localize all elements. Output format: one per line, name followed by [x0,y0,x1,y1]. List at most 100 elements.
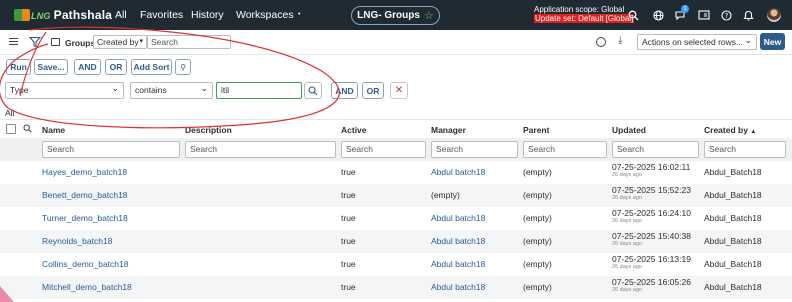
cell-name[interactable]: Turner_demo_batch18 [42,213,128,223]
list-icon[interactable] [51,38,60,46]
nav-favorites[interactable]: Favorites [140,9,183,21]
cell-active: true [341,236,356,246]
new-button[interactable]: New [760,33,785,50]
logo-mark-icon [14,9,30,21]
cell-updated: 07-25-2025 16:02:11 26 days ago [612,163,690,179]
sort-ascending-icon: ▲ [750,129,757,135]
column-search-icon[interactable] [23,124,32,135]
updated-timestamp: 07-25-2025 16:24:10 [612,208,691,218]
nav-all[interactable]: All [115,9,127,21]
lookup-search-icon[interactable] [304,82,322,99]
actions-select[interactable]: Actions on selected rows... [637,33,757,50]
column-header-active[interactable]: Active [341,125,367,135]
column-header-name[interactable]: Name [42,125,65,135]
table-row[interactable]: Benett_demo_batch18 true (empty) (empty) Abd… [0,184,792,207]
breadcrumb[interactable]: All [5,108,14,118]
cell-created-by: Abdul_Batch18 [704,236,762,246]
cell-active: true [341,259,356,269]
table-row[interactable]: Collins_demo_batch18 true Abdul batch18 (em… [0,253,792,276]
cell-name[interactable]: Hayes_demo_batch18 [42,167,127,177]
column-header-created-by[interactable]: Created by ▲ [704,125,756,135]
search-updated-input[interactable]: Search [612,141,699,158]
search-created-by-input[interactable]: Search [704,141,786,158]
search-name-input[interactable]: Search [42,141,180,158]
column-header-manager[interactable]: Manager [431,125,466,135]
cell-created-by: Abdul_Batch18 [704,259,762,269]
and-button[interactable]: AND [74,59,101,75]
condition-or-button[interactable]: OR [362,82,384,99]
cell-manager[interactable]: Abdul batch18 [431,213,485,223]
filter-value-input[interactable]: itil [216,82,302,99]
filter-icon[interactable] [28,36,42,48]
cell-created-by: Abdul_Batch18 [704,213,762,223]
cell-parent: (empty) [523,236,552,246]
menu-icon[interactable] [9,38,18,45]
cell-manager[interactable]: Abdul batch18 [431,236,485,246]
update-set-label: Update set: Default [Global] [534,14,635,23]
avatar[interactable] [767,8,781,22]
run-button[interactable]: Run [6,59,31,75]
cell-manager[interactable]: Abdul batch18 [431,282,485,292]
cell-name[interactable]: Mitchell_demo_batch18 [42,282,132,292]
search-icon[interactable] [626,8,640,22]
cell-created-by: Abdul_Batch18 [704,282,762,292]
more-dots-icon[interactable]: • [298,11,300,18]
star-icon[interactable]: ☆ [424,9,434,22]
id-card-icon[interactable] [697,8,711,22]
cell-updated: 07-25-2025 16:13:19 26 days ago [612,255,691,271]
updated-timestamp: 07-25-2025 15:52:23 [612,185,691,195]
cell-active: true [341,190,356,200]
column-header-parent[interactable]: Parent [523,125,549,135]
cell-name[interactable]: Benett_demo_batch18 [42,190,128,200]
filter-field-select[interactable]: Type [5,81,124,99]
help-icon[interactable]: ? [719,8,733,22]
search-active-input[interactable]: Search [341,141,426,158]
download-icon[interactable]: ⤓ [618,35,622,46]
search-field-select[interactable]: Created by [93,35,147,49]
cell-name[interactable]: Collins_demo_batch18 [42,259,128,269]
updated-timestamp: 07-25-2025 15:40:38 [612,231,691,241]
table-row[interactable]: Hayes_demo_batch18 true Abdul batch18 (empt… [0,161,792,184]
search-parent-input[interactable]: Search [523,141,607,158]
nav-workspaces[interactable]: Workspaces [236,9,294,21]
page-title-pill[interactable]: LNG- Groups ☆ [351,6,440,25]
condition-and-button[interactable]: AND [331,82,358,99]
app-scope[interactable]: Application scope: Global Update set: De… [534,5,635,23]
save-filter-button[interactable]: Save... [34,59,68,75]
bell-icon[interactable] [741,8,755,22]
table-row[interactable]: Mitchell_demo_batch18 true Abdul batch18 (e… [0,276,792,299]
cell-parent: (empty) [523,190,552,200]
svg-text:?: ? [724,12,728,20]
select-all-checkbox[interactable] [6,124,16,134]
page-title: LNG- Groups [357,10,420,21]
cell-updated: 07-25-2025 16:24:10 26 days ago [612,209,691,225]
search-description-input[interactable]: Search [185,141,336,158]
search-input[interactable]: Search [147,35,231,49]
divider [0,119,792,120]
column-header-updated[interactable]: Updated [612,125,646,135]
logo[interactable]: LNG Pathshala [14,8,112,22]
updated-relative: 26 days ago [612,287,642,293]
cell-parent: (empty) [523,259,552,269]
scope-label: Application scope: Global [534,5,625,14]
gear-icon[interactable] [596,37,606,47]
decorative-corner [0,286,14,302]
cell-manager[interactable]: Abdul batch18 [431,259,485,269]
cell-manager[interactable]: Abdul batch18 [431,167,485,177]
notification-badge: 1 [681,5,689,13]
or-button[interactable]: OR [105,59,127,75]
cell-name[interactable]: Reynolds_batch18 [42,236,112,246]
close-icon[interactable]: ✕ [390,82,408,99]
column-header-description[interactable]: Description [185,125,232,135]
add-sort-button[interactable]: Add Sort [131,59,172,75]
updated-relative: 26 days ago [612,264,642,270]
cell-active: true [341,213,356,223]
table-row[interactable]: Reynolds_batch18 true Abdul batch18 (empty)… [0,230,792,253]
cell-created-by: Abdul_Batch18 [704,190,762,200]
filter-operator-select[interactable]: contains [130,81,213,99]
nav-history[interactable]: History [191,9,224,21]
search-manager-input[interactable]: Search [431,141,518,158]
pin-icon[interactable]: ⚲ [175,59,191,75]
table-row[interactable]: Turner_demo_batch18 true Abdul batch18 (emp… [0,207,792,230]
globe-icon[interactable] [651,8,665,22]
